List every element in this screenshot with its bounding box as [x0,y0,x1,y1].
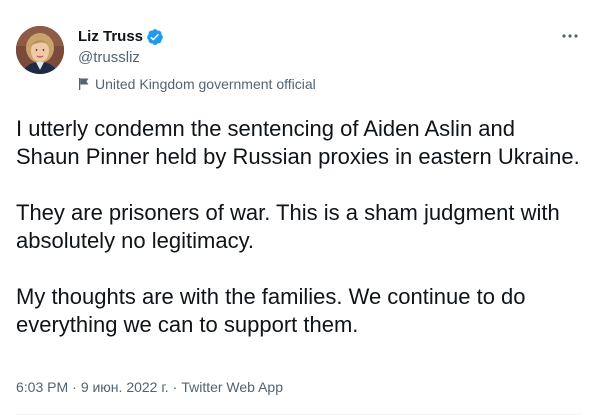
government-label[interactable]: United Kingdom government official [78,75,316,93]
handle[interactable]: @trussliz [78,48,316,68]
avatar-image [16,26,64,74]
avatar[interactable] [16,26,64,74]
tweet-paragraph: They are prisoners of war. This is a sha… [16,200,560,253]
tweet-time[interactable]: 6:03 PM [16,377,68,397]
name-row: Liz Truss [78,27,316,47]
tweet-date[interactable]: 9 июн. 2022 г. [81,377,169,397]
tweet-paragraph: My thoughts are with the families. We co… [16,284,526,337]
tweet-card: Liz Truss @trussliz United Kingdom gover… [0,0,597,415]
flag-icon [78,77,90,91]
tweet-paragraph: I utterly condemn the sentencing of Aide… [16,116,580,169]
display-name[interactable]: Liz Truss [78,27,143,47]
government-label-text: United Kingdom government official [95,76,316,92]
more-options-button[interactable] [559,26,581,46]
author-block: Liz Truss @trussliz United Kingdom gover… [78,27,316,93]
tweet-source[interactable]: Twitter Web App [181,377,283,397]
more-horizontal-icon [562,34,578,38]
verified-badge-icon [146,28,164,46]
separator: · [72,379,77,395]
tweet-metadata: 6:03 PM · 9 июн. 2022 г. · Twitter Web A… [16,377,283,397]
tweet-text: I utterly condemn the sentencing of Aide… [16,115,582,339]
separator: · [172,379,178,395]
